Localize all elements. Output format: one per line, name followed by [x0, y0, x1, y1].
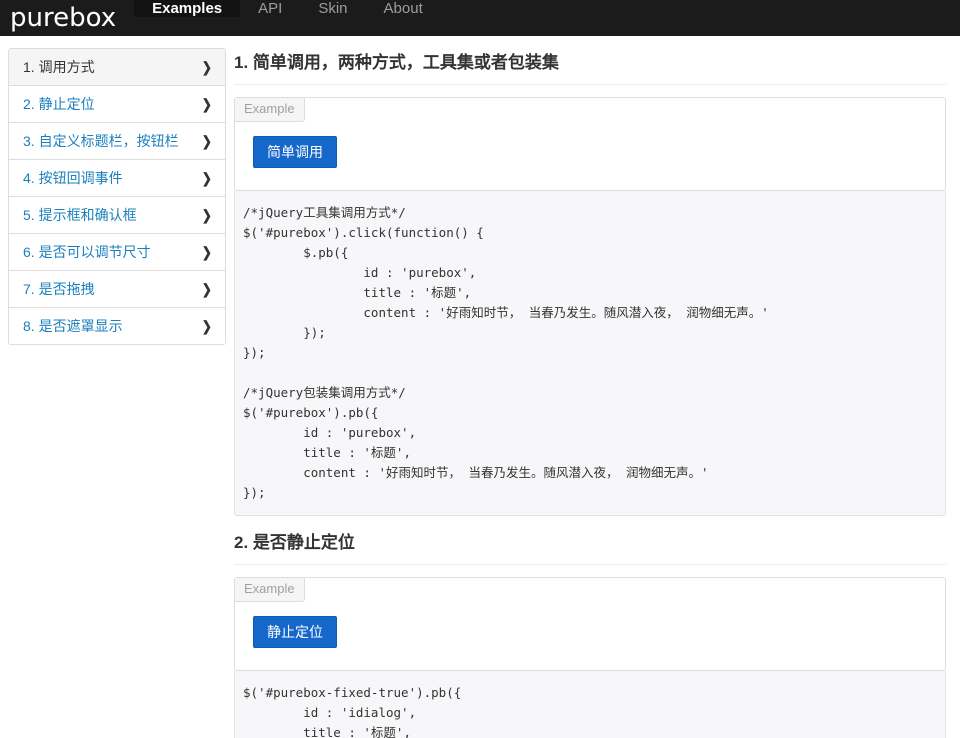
- code-panel-2: $('#purebox-fixed-true').pb({ id : 'idia…: [234, 671, 946, 738]
- demo-button-fixed-position[interactable]: 静止定位: [253, 616, 337, 648]
- nav-link-about[interactable]: About: [366, 0, 441, 17]
- example-body-1: 简单调用: [235, 122, 945, 190]
- main-content: 1. 简单调用，两种方式，工具集或者包装集 Example 简单调用 /*jQu…: [226, 36, 960, 738]
- sidebar: 1. 调用方式 ❯ 2. 静止定位 ❯ 3. 自定义标题栏，按钮栏 ❯ 4. 按…: [0, 36, 226, 345]
- sidebar-item-8[interactable]: 8. 是否遮罩显示 ❯: [9, 308, 225, 344]
- example-body-2: 静止定位: [235, 602, 945, 670]
- code-block-1: /*jQuery工具集调用方式*/ $('#purebox').click(fu…: [243, 205, 769, 500]
- example-tab-label-1: Example: [235, 98, 305, 122]
- sidebar-item-2[interactable]: 2. 静止定位 ❯: [9, 86, 225, 123]
- section-divider-1: [234, 84, 946, 85]
- section-divider-2: [234, 564, 946, 565]
- sidebar-item-label: 6. 是否可以调节尺寸: [23, 244, 151, 260]
- sidebar-item-label: 5. 提示框和确认框: [23, 207, 137, 223]
- page-body: 1. 调用方式 ❯ 2. 静止定位 ❯ 3. 自定义标题栏，按钮栏 ❯ 4. 按…: [0, 36, 960, 738]
- sidebar-item-5[interactable]: 5. 提示框和确认框 ❯: [9, 197, 225, 234]
- chevron-right-icon: ❯: [202, 318, 213, 334]
- brand-logo[interactable]: purebox: [0, 0, 134, 36]
- nav-link-skin[interactable]: Skin: [300, 0, 365, 17]
- sidebar-item-label: 1. 调用方式: [23, 59, 95, 75]
- sidebar-item-label: 2. 静止定位: [23, 96, 95, 112]
- sidebar-item-label: 7. 是否拖拽: [23, 281, 95, 297]
- nav-links: Examples API Skin About: [134, 0, 441, 36]
- sidebar-item-label: 8. 是否遮罩显示: [23, 318, 123, 334]
- sidebar-item-label: 4. 按钮回调事件: [23, 170, 123, 186]
- sidebar-item-3[interactable]: 3. 自定义标题栏，按钮栏 ❯: [9, 123, 225, 160]
- sidebar-item-label: 3. 自定义标题栏，按钮栏: [23, 133, 179, 149]
- section-title-1: 1. 简单调用，两种方式，工具集或者包装集: [234, 53, 559, 72]
- chevron-right-icon: ❯: [202, 133, 213, 149]
- nav-link-api[interactable]: API: [240, 0, 300, 17]
- chevron-right-icon: ❯: [202, 244, 213, 260]
- nav-link-examples[interactable]: Examples: [134, 0, 241, 17]
- code-panel-1: /*jQuery工具集调用方式*/ $('#purebox').click(fu…: [234, 191, 946, 516]
- chevron-right-icon: ❯: [202, 170, 213, 186]
- sidebar-item-1[interactable]: 1. 调用方式 ❯: [9, 49, 225, 86]
- example-panel-1: Example 简单调用: [234, 97, 946, 191]
- chevron-right-icon: ❯: [202, 281, 213, 297]
- sidebar-item-6[interactable]: 6. 是否可以调节尺寸 ❯: [9, 234, 225, 271]
- top-navbar: purebox Examples API Skin About: [0, 0, 960, 36]
- example-tab-label-2: Example: [235, 578, 305, 602]
- sidebar-item-4[interactable]: 4. 按钮回调事件 ❯: [9, 160, 225, 197]
- example-panel-2: Example 静止定位: [234, 577, 946, 671]
- chevron-right-icon: ❯: [202, 96, 213, 112]
- chevron-right-icon: ❯: [202, 59, 213, 75]
- demo-button-simple-call[interactable]: 简单调用: [253, 136, 337, 168]
- section-title-2: 2. 是否静止定位: [234, 533, 355, 552]
- sidebar-list: 1. 调用方式 ❯ 2. 静止定位 ❯ 3. 自定义标题栏，按钮栏 ❯ 4. 按…: [8, 48, 226, 345]
- code-block-2: $('#purebox-fixed-true').pb({ id : 'idia…: [243, 685, 462, 738]
- sidebar-item-7[interactable]: 7. 是否拖拽 ❯: [9, 271, 225, 308]
- chevron-right-icon: ❯: [202, 207, 213, 223]
